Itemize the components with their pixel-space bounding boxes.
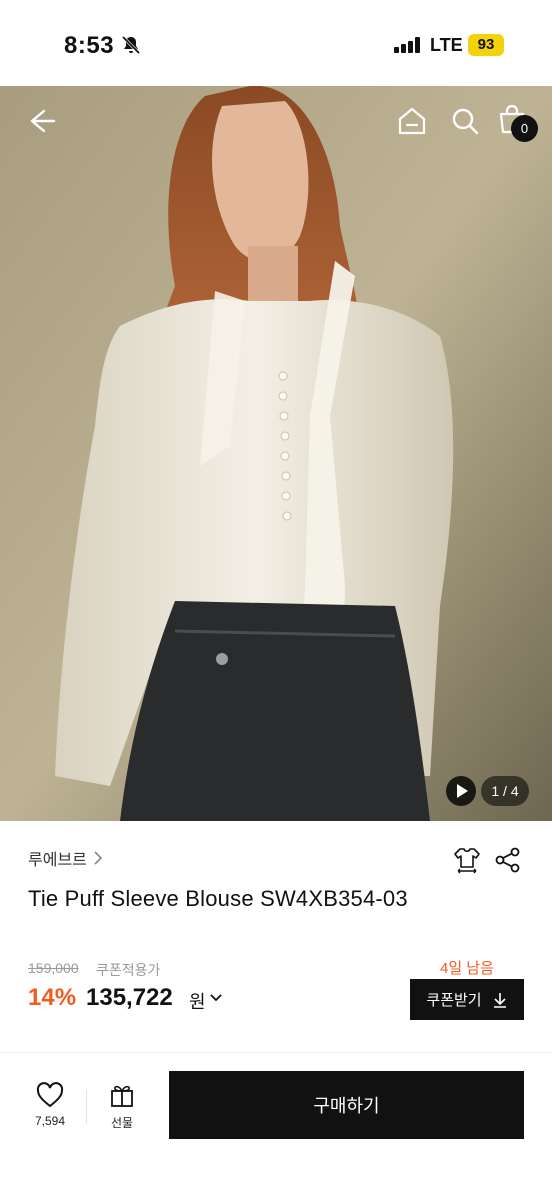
product-title: Tie Puff Sleeve Blouse SW4XB354-03 — [28, 886, 408, 911]
section-divider — [0, 1052, 552, 1053]
back-arrow-icon[interactable] — [26, 105, 58, 137]
battery-indicator: 93 — [468, 34, 504, 56]
product-photo — [0, 86, 552, 821]
bottom-divider — [86, 1090, 87, 1124]
gallery-page-indicator: 1 / 4 — [481, 776, 529, 806]
home-icon[interactable] — [396, 105, 428, 137]
buy-now-button[interactable]: 구매하기 — [169, 1071, 524, 1139]
brand-name: 루에브르 — [28, 852, 87, 869]
product-image-gallery[interactable]: 0 1 / 4 — [0, 86, 552, 821]
gift-label: 선물 — [110, 1116, 134, 1130]
play-video-button[interactable] — [446, 776, 476, 806]
cart-count-badge: 0 — [511, 115, 538, 142]
bell-off-icon — [121, 35, 141, 55]
brand-link[interactable]: 루에브르 — [28, 846, 103, 870]
size-fit-icon[interactable] — [452, 845, 482, 875]
gift-icon — [111, 1085, 133, 1107]
download-icon — [493, 992, 506, 1008]
sale-price: 135,722 — [86, 984, 173, 1011]
currency-label: 원 — [189, 992, 206, 1012]
like-count: 7,594 — [34, 1114, 66, 1128]
get-coupon-label: 쿠폰받기 — [426, 992, 482, 1009]
status-time: 8:53 — [64, 32, 115, 59]
heart-icon — [36, 1082, 64, 1108]
discount-rate: 14% — [28, 984, 77, 1011]
signal-icon — [394, 37, 420, 53]
chevron-down-icon[interactable] — [209, 991, 223, 1005]
gift-button[interactable]: 선물 — [102, 1082, 142, 1131]
original-price: 159,000 — [28, 960, 79, 976]
like-button[interactable]: 7,594 — [28, 1082, 72, 1128]
share-icon[interactable] — [494, 846, 522, 874]
get-coupon-button[interactable]: 쿠폰받기 — [410, 979, 524, 1020]
chevron-right-icon — [94, 851, 103, 865]
search-icon[interactable] — [449, 105, 481, 137]
status-bar: 8:53 LTE 93 — [0, 0, 552, 86]
coupon-price-label: 쿠폰적용가 — [96, 962, 161, 978]
coupon-days-left: 4일 남음 — [440, 960, 494, 977]
network-type: LTE — [430, 35, 463, 55]
